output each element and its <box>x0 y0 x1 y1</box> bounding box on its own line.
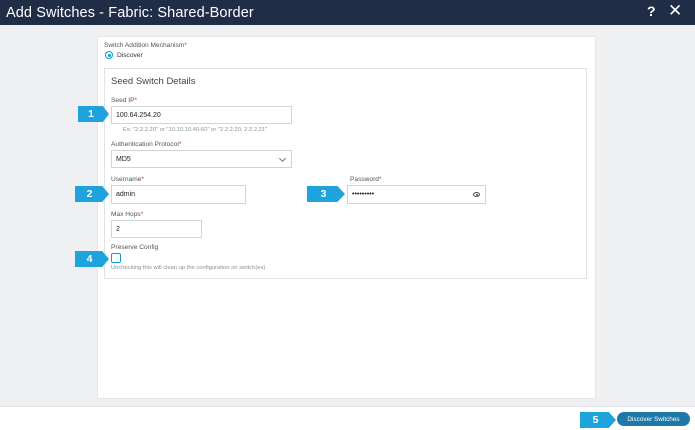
eye-icon[interactable] <box>473 192 480 197</box>
preserve-config-label: Preserve Config <box>111 244 159 251</box>
callout-2: 2 <box>75 186 109 202</box>
seed-ip-label: Seed IP* <box>111 97 138 104</box>
section-title: Seed Switch Details <box>111 76 196 87</box>
chevron-down-icon <box>278 154 287 163</box>
radio-selected-icon[interactable] <box>105 51 113 59</box>
preserve-config-hint: Unchecking this will clean up the config… <box>111 265 266 271</box>
auth-protocol-label: Authentication Protocol* <box>111 141 182 148</box>
seed-ip-hint: Ex: "2.2.2.20" or "10.10.10.40-60" or "2… <box>123 127 268 133</box>
discover-switches-button[interactable]: Discover Switches <box>617 412 690 426</box>
password-input[interactable]: ••••••••• <box>347 185 486 204</box>
seed-switch-section <box>104 68 587 279</box>
callout-3: 3 <box>307 186 345 202</box>
max-hops-input[interactable]: 2 <box>111 220 202 238</box>
mechanism-label: Switch Addition Mechanism* <box>104 42 187 49</box>
title-bar: Add Switches - Fabric: Shared-Border ? ✕ <box>0 0 695 25</box>
close-icon[interactable]: ✕ <box>668 1 682 21</box>
callout-5: 5 <box>580 412 616 428</box>
seed-ip-input[interactable]: 100.64.254.20 <box>111 106 292 124</box>
callout-4: 4 <box>75 251 109 267</box>
max-hops-label: Max Hops* <box>111 211 144 218</box>
auth-protocol-select[interactable]: MD5 <box>111 150 292 168</box>
discover-radio-label: Discover <box>117 51 143 59</box>
help-icon[interactable]: ? <box>647 3 656 19</box>
callout-1: 1 <box>78 106 109 122</box>
password-label: Password* <box>350 176 382 183</box>
discover-radio-option[interactable]: Discover <box>105 51 143 59</box>
username-input[interactable]: admin <box>111 185 246 204</box>
dialog-title: Add Switches - Fabric: Shared-Border <box>6 4 254 21</box>
username-label: Username* <box>111 176 144 183</box>
preserve-config-checkbox[interactable] <box>111 253 121 263</box>
